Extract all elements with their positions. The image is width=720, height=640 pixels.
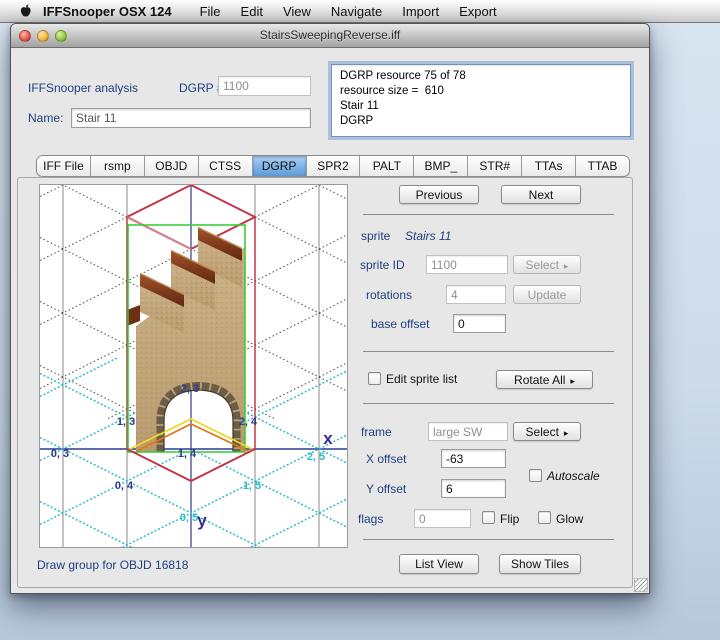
- sprite-name: Stairs 11: [405, 229, 452, 243]
- sprite-label: sprite: [361, 229, 391, 243]
- tab-dgrp[interactable]: DGRP: [251, 156, 306, 176]
- name-field[interactable]: [71, 108, 311, 128]
- rotate-all-button[interactable]: Rotate All ▸: [496, 370, 593, 389]
- info-line: DGRP resource 75 of 78: [340, 70, 466, 82]
- tab-objd[interactable]: OBJD: [143, 156, 198, 176]
- autoscale-checkbox[interactable]: [529, 469, 542, 482]
- y-axis-label: y: [197, 511, 207, 530]
- tab-spr2[interactable]: SPR2: [305, 156, 360, 176]
- tile-label: 0, 5: [180, 512, 198, 524]
- isometric-grid: 2, 3 1, 3 2, 4 0, 3 1, 4 2, 5 0, 4 1, 5 …: [40, 183, 347, 547]
- menu-view[interactable]: View: [283, 4, 311, 19]
- flip-label: Flip: [500, 512, 520, 526]
- sprite-id-label: sprite ID: [360, 258, 405, 272]
- menu-navigate[interactable]: Navigate: [331, 4, 382, 19]
- autoscale-label: Autoscale: [547, 469, 600, 483]
- menu-file[interactable]: File: [200, 4, 221, 19]
- apple-logo-icon[interactable]: [19, 4, 32, 19]
- stairs-sprite: [127, 226, 245, 452]
- tile-label: 2, 3: [181, 383, 199, 395]
- tile-label: 1, 4: [178, 448, 197, 460]
- menu-bar: IFFSnooper OSX 124 File Edit View Naviga…: [0, 0, 720, 23]
- info-line: resource size = 610: [340, 85, 444, 97]
- next-button[interactable]: Next: [501, 185, 581, 204]
- tab-bmp[interactable]: BMP_: [413, 156, 468, 176]
- flags-label: flags: [358, 512, 384, 526]
- list-view-button[interactable]: List View: [399, 554, 479, 574]
- resize-grip[interactable]: [634, 578, 648, 592]
- tile-label: 1, 5: [243, 480, 261, 492]
- x-offset-field[interactable]: [441, 449, 506, 468]
- divider: [363, 214, 614, 215]
- title-bar[interactable]: StairsSweepingReverse.iff: [11, 24, 649, 48]
- info-line: Stair 11: [340, 100, 379, 112]
- tab-bar: IFF File rsmp OBJD CTSS DGRP SPR2 PALT B…: [36, 155, 630, 177]
- frame-label: frame: [361, 425, 392, 439]
- divider: [363, 351, 614, 352]
- frame-field[interactable]: [428, 422, 508, 441]
- tile-label: 2, 5: [307, 451, 325, 463]
- menu-export[interactable]: Export: [459, 4, 497, 19]
- dgrp-number-field[interactable]: [218, 76, 311, 96]
- tab-ttab[interactable]: TTAB: [575, 156, 629, 176]
- divider: [363, 539, 614, 540]
- window-title: StairsSweepingReverse.iff: [259, 28, 401, 42]
- menu-edit[interactable]: Edit: [241, 4, 263, 19]
- base-offset-label: base offset: [371, 317, 430, 331]
- tab-iff-file[interactable]: IFF File: [37, 156, 90, 176]
- tile-label: 0, 3: [51, 448, 69, 460]
- sprite-select-button[interactable]: Select ▸: [513, 255, 581, 274]
- y-offset-field[interactable]: [441, 479, 506, 498]
- app-window: StairsSweepingReverse.iff IFFSnooper ana…: [10, 23, 650, 594]
- tab-rsmp[interactable]: rsmp: [89, 156, 144, 176]
- info-line: DGRP: [340, 115, 374, 127]
- previous-button[interactable]: Previous: [399, 185, 479, 204]
- edit-sprite-list-label: Edit sprite list: [386, 372, 458, 386]
- flip-checkbox[interactable]: [482, 511, 495, 524]
- tab-str[interactable]: STR#: [467, 156, 522, 176]
- sprite-id-field[interactable]: [426, 255, 508, 274]
- tile-label: 0, 4: [115, 480, 134, 492]
- draw-group-text: Draw group for OBJD 16818: [37, 558, 189, 572]
- glow-label: Glow: [556, 512, 584, 526]
- analysis-label: IFFSnooper analysis: [28, 81, 139, 95]
- flags-field[interactable]: [414, 509, 471, 528]
- update-button[interactable]: Update: [513, 285, 581, 304]
- tile-label: 2, 4: [239, 416, 258, 428]
- popup-arrow-icon: ▸: [570, 376, 575, 386]
- x-offset-label: X offset: [366, 452, 407, 466]
- tab-ttas[interactable]: TTAs: [521, 156, 576, 176]
- menu-import[interactable]: Import: [402, 4, 439, 19]
- tab-palt[interactable]: PALT: [359, 156, 414, 176]
- base-offset-field[interactable]: [453, 314, 506, 333]
- popup-arrow-icon: ▸: [563, 261, 569, 271]
- glow-checkbox[interactable]: [538, 511, 551, 524]
- x-axis-label: x: [323, 429, 333, 448]
- frame-select-button[interactable]: Select ▸: [513, 422, 581, 441]
- show-tiles-button[interactable]: Show Tiles: [499, 554, 581, 574]
- dgrp-number-label: DGRP #: [179, 81, 224, 95]
- menu-app-name[interactable]: IFFSnooper OSX 124: [43, 4, 172, 19]
- name-label: Name:: [28, 111, 64, 125]
- rotations-label: rotations: [366, 288, 413, 302]
- resource-info-box[interactable]: DGRP resource 75 of 78 resource size = 6…: [331, 64, 631, 137]
- tab-ctss[interactable]: CTSS: [197, 156, 252, 176]
- popup-arrow-icon: ▸: [563, 428, 569, 438]
- tile-label: 1, 3: [117, 416, 135, 428]
- sprite-preview-canvas: 2, 3 1, 3 2, 4 0, 3 1, 4 2, 5 0, 4 1, 5 …: [39, 183, 348, 548]
- rotations-field[interactable]: [446, 285, 506, 304]
- y-offset-label: Y offset: [366, 482, 407, 496]
- edit-sprite-list-checkbox[interactable]: [368, 372, 381, 385]
- divider: [363, 403, 614, 404]
